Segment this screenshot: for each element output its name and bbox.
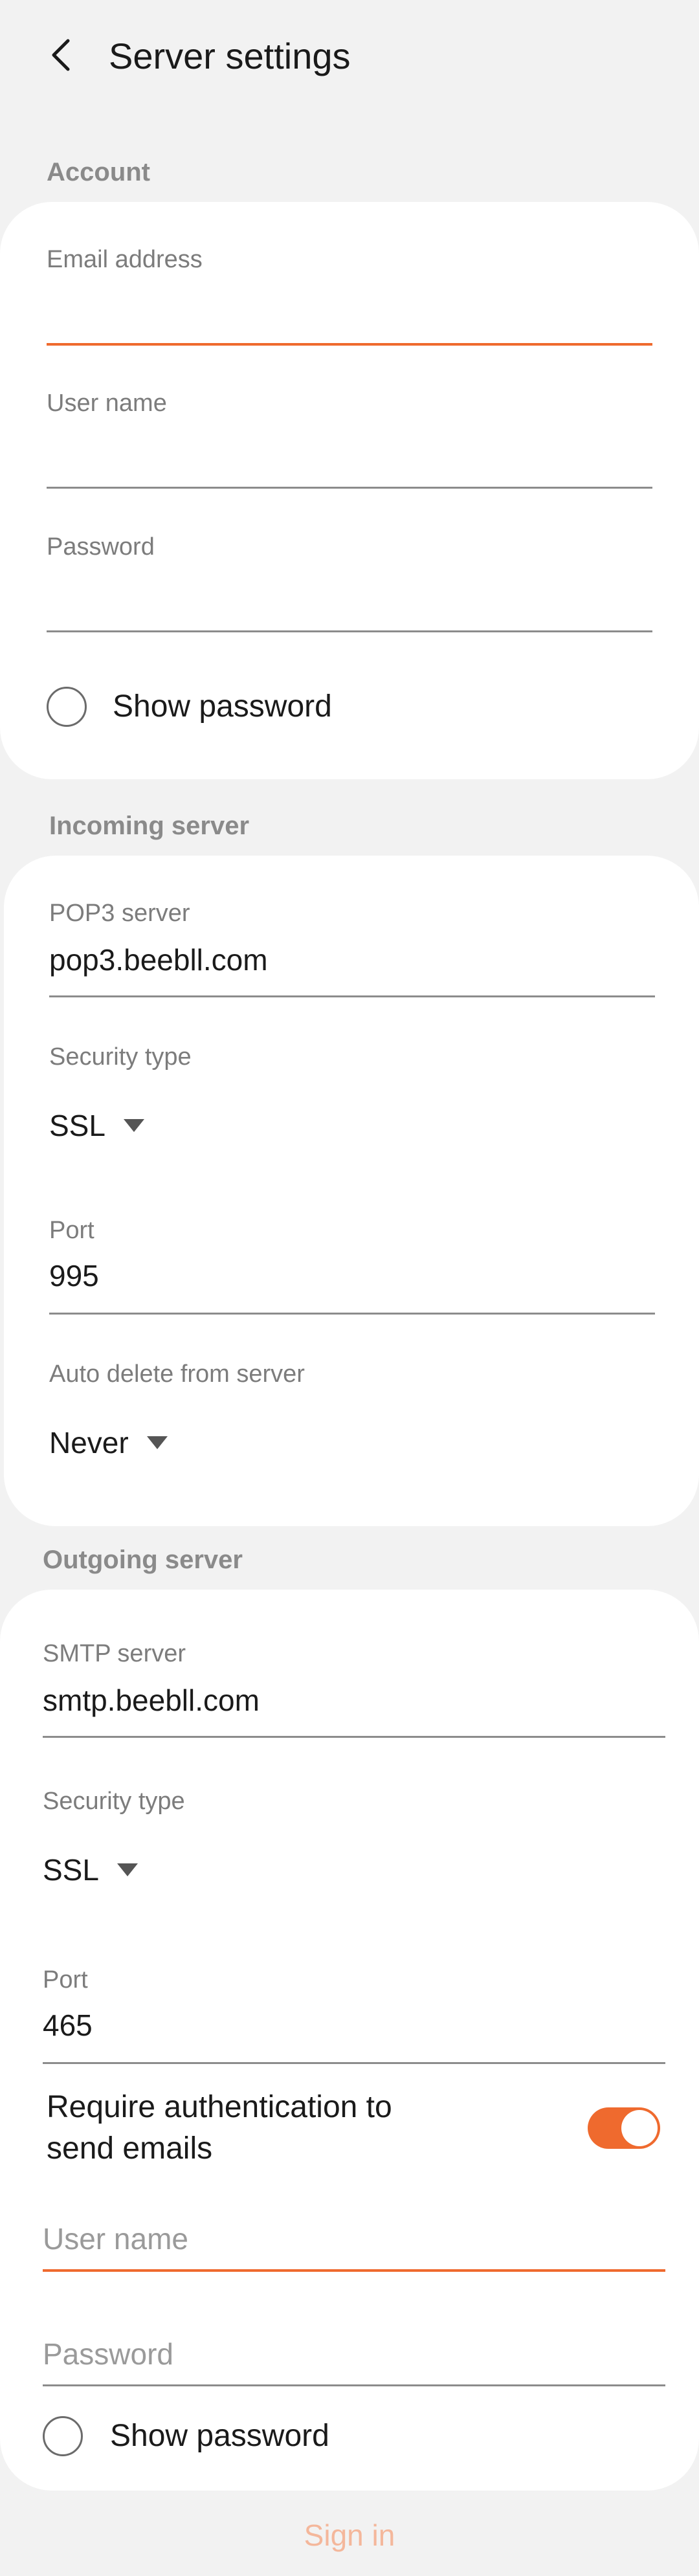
outgoing-username-underline: [43, 2269, 665, 2272]
show-password-label[interactable]: Show password: [113, 689, 332, 724]
dropdown-arrow-icon: [146, 1436, 168, 1449]
incoming-port-underline: [49, 1313, 655, 1315]
require-auth-label-line1: Require authentication to: [47, 2090, 392, 2124]
smtp-server-field[interactable]: smtp.beebll.com: [43, 1683, 260, 1718]
outgoing-show-password-label[interactable]: Show password: [110, 2418, 329, 2454]
autodelete-dropdown[interactable]: Never: [49, 1425, 168, 1460]
toggle-knob: [621, 2110, 658, 2146]
require-auth-toggle[interactable]: [588, 2107, 660, 2149]
require-auth-label-line2: send emails: [47, 2131, 213, 2166]
smtp-field-underline: [43, 1736, 665, 1738]
outgoing-port-label: Port: [43, 1966, 88, 1993]
outgoing-security-label: Security type: [43, 1788, 185, 1815]
incoming-section-heading: Incoming server: [49, 812, 250, 840]
back-button[interactable]: [39, 32, 84, 78]
page-title: Server settings: [109, 36, 351, 76]
account-section-heading: Account: [47, 158, 150, 186]
outgoing-password-field[interactable]: Password: [43, 2337, 173, 2371]
show-password-checkbox[interactable]: [47, 687, 87, 727]
pop3-server-field[interactable]: pop3.beebll.com: [49, 942, 268, 977]
incoming-server-card: POP3 server pop3.beebll.com Security typ…: [4, 856, 699, 1526]
email-field[interactable]: [47, 286, 652, 325]
incoming-security-label: Security type: [49, 1043, 192, 1071]
incoming-port-field[interactable]: 995: [49, 1258, 99, 1293]
outgoing-show-password-checkbox[interactable]: [43, 2416, 83, 2456]
chevron-left-icon: [52, 39, 70, 71]
outgoing-port-field[interactable]: 465: [43, 2008, 93, 2043]
pop3-field-label: POP3 server: [49, 900, 190, 927]
outgoing-password-underline: [43, 2384, 665, 2386]
incoming-port-label: Port: [49, 1217, 94, 1244]
username-field-underline: [47, 487, 652, 489]
smtp-field-label: SMTP server: [43, 1640, 186, 1667]
autodelete-value: Never: [49, 1426, 129, 1460]
require-auth-label: Require authentication to send emails: [47, 2087, 392, 2170]
password-field-underline: [47, 630, 652, 632]
app-bar: Server settings: [0, 0, 699, 110]
outgoing-section-heading: Outgoing server: [43, 1546, 243, 1574]
email-field-label: Email address: [47, 246, 203, 273]
dropdown-arrow-icon: [116, 1863, 138, 1876]
username-field[interactable]: [47, 428, 652, 467]
email-field-underline: [47, 343, 652, 346]
outgoing-security-dropdown[interactable]: SSL: [43, 1852, 138, 1887]
password-field[interactable]: [47, 572, 652, 611]
server-settings-screen: Server settings Account Email address Us…: [0, 0, 699, 2576]
outgoing-security-value: SSL: [43, 1853, 99, 1887]
outgoing-server-card: SMTP server smtp.beebll.com Security typ…: [0, 1590, 699, 2491]
outgoing-port-underline: [43, 2062, 665, 2064]
autodelete-label: Auto delete from server: [49, 1360, 305, 1388]
pop3-field-underline: [49, 995, 655, 997]
outgoing-username-field[interactable]: User name: [43, 2221, 188, 2256]
username-field-label: User name: [47, 390, 167, 417]
sign-in-button[interactable]: Sign in: [0, 2518, 699, 2553]
incoming-security-dropdown[interactable]: SSL: [49, 1108, 144, 1143]
account-card: Email address User name Password Show pa…: [0, 202, 699, 779]
password-field-label: Password: [47, 533, 155, 561]
incoming-security-value: SSL: [49, 1109, 105, 1142]
dropdown-arrow-icon: [123, 1119, 144, 1132]
